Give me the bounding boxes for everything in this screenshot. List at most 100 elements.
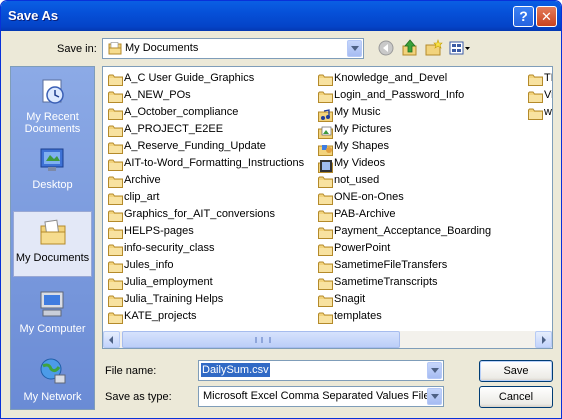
scroll-right-button[interactable] <box>535 331 552 348</box>
folder-icon <box>318 210 333 225</box>
file-list-item-label: TF <box>544 72 552 84</box>
scroll-left-button[interactable] <box>103 331 120 348</box>
folder-icon <box>108 176 123 191</box>
folder-icon <box>318 295 333 310</box>
folder-icon <box>108 74 123 89</box>
save-in-dropdown[interactable]: My Documents <box>102 38 364 59</box>
videos-folder-icon <box>318 159 333 176</box>
file-list-item-label: SametimeFileTransfers <box>334 259 448 271</box>
file-list-item-label: PowerPoint <box>334 242 391 254</box>
save-in-label: Save in: <box>57 43 97 55</box>
place-label: Desktop <box>32 179 73 191</box>
folder-icon <box>108 278 123 293</box>
back-icon[interactable] <box>377 39 395 57</box>
file-list-item-label: Julia_Training Helps <box>124 293 224 305</box>
folder-icon <box>318 227 333 242</box>
place-label: My Computer <box>19 323 86 335</box>
file-list-item-label: not_used <box>334 174 380 186</box>
save-as-type-dropdown[interactable]: Microsoft Excel Comma Separated Values F… <box>198 386 444 407</box>
folder-icon <box>108 142 123 157</box>
place-label: My Network <box>23 391 82 403</box>
file-list-item-label: KATE_projects <box>124 310 197 322</box>
folder-icon <box>318 176 333 191</box>
folder-icon <box>108 125 123 140</box>
folder-icon <box>108 91 123 106</box>
new-folder-icon[interactable] <box>425 39 443 57</box>
title-bar[interactable]: Save As ? ✕ <box>1 1 561 31</box>
shapes-folder-icon <box>318 142 333 159</box>
my-documents-small-icon <box>108 42 122 55</box>
folder-icon <box>108 159 123 174</box>
close-button[interactable]: ✕ <box>536 6 557 27</box>
file-list[interactable]: A_C User Guide_Graphics A_NEW_POs A_Octobe… <box>102 66 553 349</box>
place-label: My Recent Documents <box>24 111 81 135</box>
file-list-item-label: A_PROJECT_E2EE <box>124 123 224 135</box>
file-list-item-label: w <box>544 106 552 118</box>
folder-icon <box>528 74 543 89</box>
file-list-item-label: Jules_info <box>124 259 174 271</box>
file-list-item-label: Knowledge_and_Devel <box>334 72 448 84</box>
desktop-icon <box>37 145 67 175</box>
file-list-item-label: A_NEW_POs <box>124 89 191 101</box>
music-folder-icon <box>318 108 333 125</box>
file-list-item-label: Graphics_for_AIT_conversions <box>124 208 276 220</box>
places-bar: My Recent Documents Desktop My Documents… <box>10 66 95 410</box>
file-list-item-label: A_C User Guide_Graphics <box>124 72 255 84</box>
file-name-input[interactable]: DailySum.csv <box>198 360 444 381</box>
file-list-item-label: templates <box>334 310 382 322</box>
place-my-documents[interactable]: My Documents <box>13 211 92 277</box>
file-list-item-label: AIT-to-Word_Formatting_Instructions <box>124 157 305 169</box>
horizontal-scrollbar[interactable] <box>103 331 552 348</box>
place-desktop[interactable]: Desktop <box>13 139 92 205</box>
file-list-item-label: PAB-Archive <box>334 208 396 220</box>
up-folder-icon[interactable] <box>401 39 419 57</box>
file-list-item-label: Archive <box>124 174 161 186</box>
folder-icon <box>108 210 123 225</box>
place-my-computer[interactable]: My Computer <box>13 283 92 349</box>
dialog-title: Save As <box>8 8 59 23</box>
folder-icon <box>528 108 543 123</box>
folder-icon <box>108 244 123 259</box>
folder-icon <box>318 261 333 276</box>
place-my-recent-documents[interactable]: My Recent Documents <box>13 71 92 137</box>
file-list-item-label: Payment_Acceptance_Boarding <box>334 225 492 237</box>
save-as-dialog: Save As ? ✕ Save in: My Documents My Rec… <box>0 0 562 419</box>
place-my-network[interactable]: My Network <box>13 351 92 417</box>
folder-icon <box>318 244 333 259</box>
folder-icon <box>528 91 543 106</box>
save-in-value: My Documents <box>125 42 199 54</box>
save-button[interactable]: Save <box>479 360 553 382</box>
folder-icon <box>318 278 333 293</box>
file-list-item-label: My Shapes <box>334 140 390 152</box>
file-list-item-label: A_Reserve_Funding_Update <box>124 140 266 152</box>
file-list-item-label: My Pictures <box>334 123 392 135</box>
chevron-down-icon[interactable] <box>427 388 442 405</box>
grip-icon <box>255 337 271 343</box>
file-list-item-label: My Music <box>334 106 381 118</box>
scroll-thumb[interactable] <box>122 331 400 348</box>
file-name-label: File name: <box>105 365 157 377</box>
folder-icon <box>318 312 333 327</box>
my-network-icon <box>37 357 67 387</box>
folder-icon <box>318 74 333 89</box>
folder-icon <box>108 261 123 276</box>
file-list-item-label: Vi <box>544 89 553 101</box>
chevron-down-icon[interactable] <box>347 40 362 57</box>
file-list-item-label: HELPS-pages <box>124 225 194 237</box>
file-list-item-label: Snagit <box>334 293 366 305</box>
file-list-item-label: Julia_employment <box>124 276 213 288</box>
help-button[interactable]: ? <box>513 6 534 27</box>
folder-icon <box>108 227 123 242</box>
file-list-item-label: Login_and_Password_Info <box>334 89 465 101</box>
file-list-item-label: My Videos <box>334 157 386 169</box>
views-menu-icon[interactable] <box>449 39 471 57</box>
file-list-item-label: SametimeTranscripts <box>334 276 438 288</box>
my-documents-icon <box>38 218 68 248</box>
cancel-button[interactable]: Cancel <box>479 386 553 408</box>
file-name-value: DailySum.csv <box>201 363 270 377</box>
folder-icon <box>318 193 333 208</box>
folder-icon <box>108 295 123 310</box>
place-label: My Documents <box>15 252 90 264</box>
chevron-down-icon[interactable] <box>427 362 442 379</box>
folder-icon <box>318 91 333 106</box>
